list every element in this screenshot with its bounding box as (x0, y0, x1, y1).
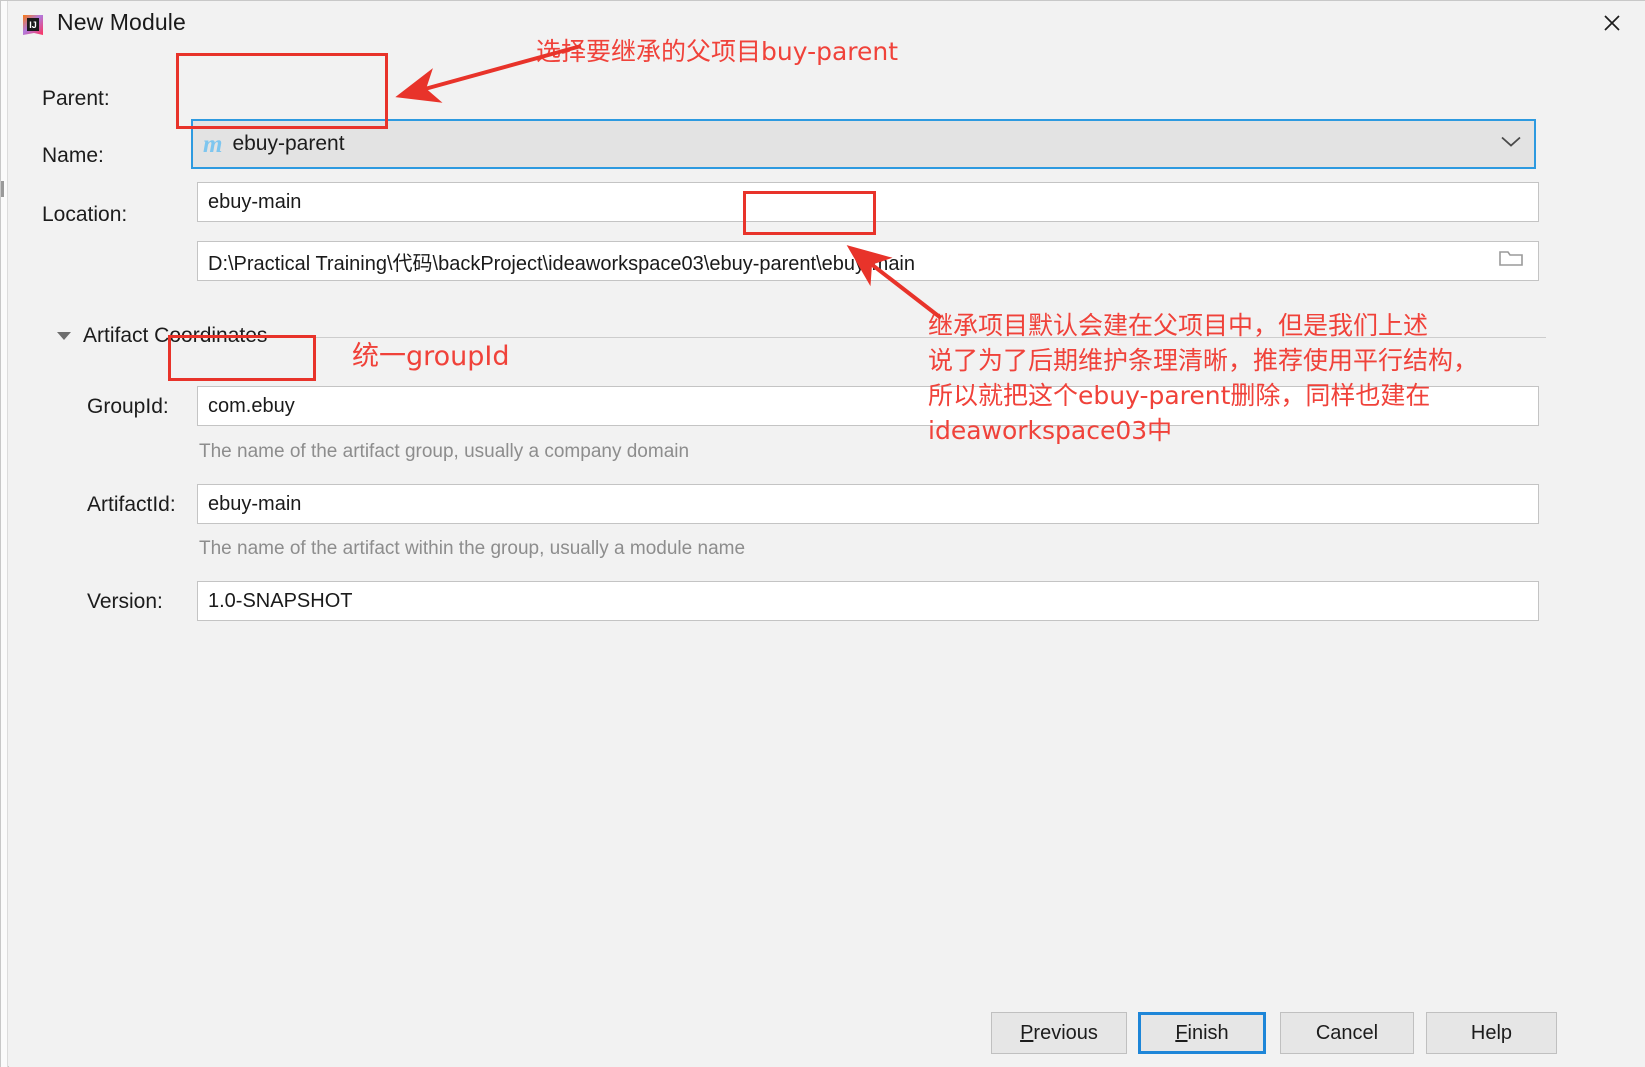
previous-button-mnemonic: P (1020, 1021, 1034, 1044)
artifact-coordinates-collapse-toggle[interactable] (55, 327, 73, 345)
parent-label: Parent: (42, 87, 110, 110)
version-label: Version: (87, 590, 163, 613)
location-label: Location: (42, 203, 128, 226)
groupid-hint: The name of the artifact group, usually … (199, 441, 690, 462)
location-value: D:\Practical Training\代码\backProject\ide… (208, 252, 916, 275)
finish-button-label: inish (1187, 1021, 1229, 1044)
help-button[interactable]: Help (1426, 1012, 1557, 1054)
artifact-coordinates-title: Artifact Coordinates (83, 324, 268, 347)
window-edge-notch (1, 181, 4, 197)
annotation-groupid-note: 统一groupId (352, 341, 510, 372)
maven-module-icon: m (203, 130, 223, 158)
groupid-value: com.ebuy (208, 394, 295, 417)
annotation-parent-note: 选择要继承的父项目buy-parent (536, 37, 899, 66)
version-input[interactable]: 1.0-SNAPSHOT (197, 581, 1539, 621)
window-left-edge (1, 1, 8, 1067)
location-input[interactable]: D:\Practical Training\代码\backProject\ide… (197, 241, 1539, 281)
cancel-button[interactable]: Cancel (1280, 1012, 1414, 1054)
svg-text:IJ: IJ (29, 20, 37, 30)
help-button-label: Help (1470, 1021, 1513, 1044)
annotation-location-note: 继承项目默认会建在父项目中，但是我们上述 说了为了后期维护条理清晰，推荐使用平行… (928, 311, 1479, 445)
artifactid-value: ebuy-main (208, 492, 302, 515)
previous-button-label: revious (1033, 1021, 1098, 1044)
previous-button[interactable]: Previous (991, 1012, 1127, 1054)
new-module-dialog: IJ New Module Parent: m ebuy-parent Name… (0, 0, 1645, 1067)
form-area: Parent: m ebuy-parent Name: ebuy-main Lo… (9, 49, 1645, 1067)
page-title: New Module (57, 9, 186, 35)
finish-button[interactable]: Finish (1138, 1012, 1266, 1054)
close-icon[interactable] (1583, 1, 1641, 45)
artifactid-label: ArtifactId: (87, 493, 176, 516)
groupid-label: GroupId: (87, 395, 169, 418)
name-value: ebuy-main (208, 190, 302, 213)
folder-icon[interactable] (1498, 248, 1524, 274)
artifactid-input[interactable]: ebuy-main (197, 484, 1539, 524)
version-value: 1.0-SNAPSHOT (208, 589, 353, 612)
chevron-down-icon[interactable] (1500, 135, 1522, 154)
name-label: Name: (42, 144, 104, 167)
name-input[interactable]: ebuy-main (197, 182, 1539, 222)
parent-value: ebuy-parent (232, 132, 345, 155)
parent-combobox[interactable]: m ebuy-parent (191, 119, 1536, 169)
artifactid-hint: The name of the artifact within the grou… (199, 538, 746, 559)
finish-button-mnemonic: F (1175, 1021, 1188, 1044)
cancel-button-label: Cancel (1315, 1021, 1379, 1044)
intellij-idea-icon: IJ (21, 13, 45, 37)
